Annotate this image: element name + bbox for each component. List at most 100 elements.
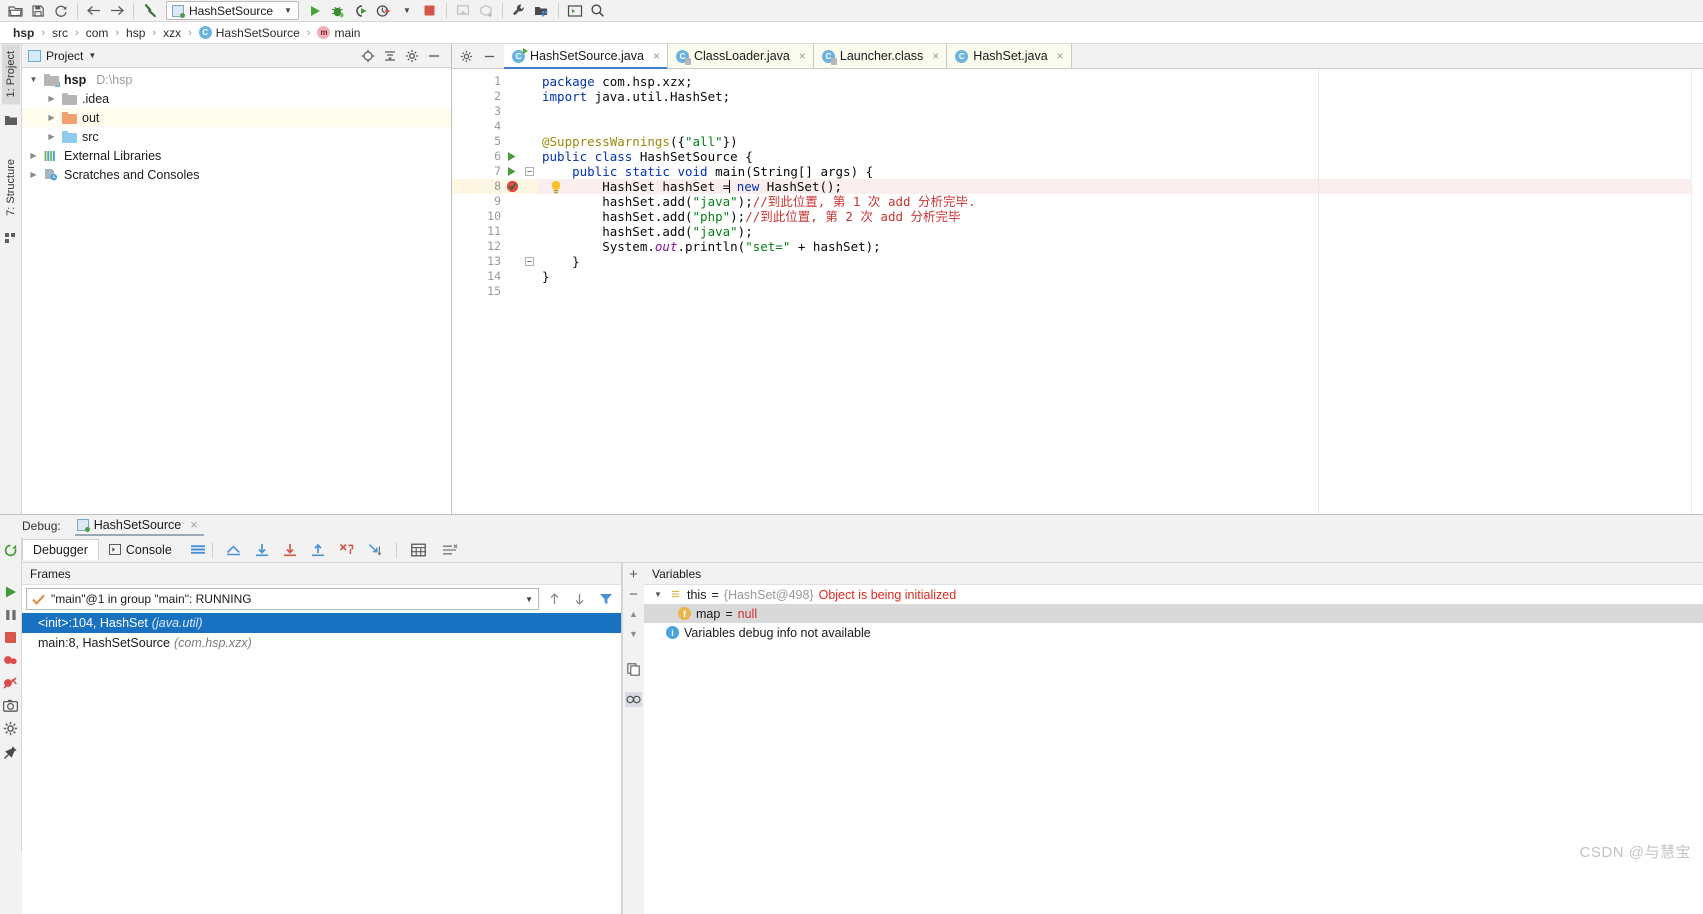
watch-down-icon[interactable]: ▼ [629, 629, 638, 639]
vcs-update-icon[interactable] [475, 1, 497, 21]
debug-session-tab[interactable]: HashSetSource × [75, 516, 204, 536]
hide-minimize-icon[interactable] [427, 49, 441, 63]
build-hammer-icon[interactable] [139, 1, 161, 21]
collapse-all-icon[interactable] [383, 49, 397, 63]
add-watch-icon[interactable]: + [629, 569, 638, 581]
gutter-line-8[interactable] [504, 179, 538, 194]
step-out-icon[interactable] [304, 543, 332, 557]
sync-refresh-icon[interactable] [50, 1, 72, 21]
tool-tab-structure[interactable]: 7: Structure [2, 152, 20, 223]
frame-down-icon[interactable] [570, 592, 589, 606]
project-panel-title[interactable]: Project ▼ [28, 49, 96, 63]
editor-scrollbar[interactable] [1691, 69, 1703, 514]
run-icon[interactable] [304, 1, 326, 21]
run-configuration-selector[interactable]: HashSetSource ▼ [166, 1, 299, 20]
chevron-down-icon[interactable]: ▼ [525, 595, 533, 604]
force-step-into-icon[interactable] [332, 543, 361, 557]
chevron-right-icon[interactable]: ▶ [28, 151, 39, 160]
screenshot-icon[interactable] [3, 699, 18, 712]
view-breakpoints-icon[interactable] [3, 653, 18, 667]
tree-node-scratches-and-consoles[interactable]: ▶ Scratches and Consoles [22, 165, 451, 184]
tool-tab-project[interactable]: 1: Project [2, 44, 20, 104]
breadcrumb-item-4[interactable]: xzx [160, 26, 184, 40]
chevron-right-icon[interactable]: ▶ [46, 113, 57, 122]
update-app-icon[interactable] [452, 1, 474, 21]
editor-tab-classloader[interactable]: C ClassLoader.java × [668, 44, 814, 68]
close-icon[interactable]: × [1057, 49, 1064, 63]
breadcrumb-item-5[interactable]: C HashSetSource [196, 26, 303, 40]
chevron-right-icon[interactable]: ▶ [46, 94, 57, 103]
close-icon[interactable]: × [932, 49, 939, 63]
intention-bulb-icon[interactable] [550, 180, 562, 194]
tab-console[interactable]: Console [99, 540, 182, 560]
step-into-icon[interactable] [276, 543, 304, 557]
editor-tab-hashsetsource[interactable]: C HashSetSource.java × [504, 44, 668, 68]
tab-debugger[interactable]: Debugger [22, 539, 99, 560]
tree-node-hsp[interactable]: ▼ hsp D:\hsp [22, 70, 451, 89]
fold-collapse-icon[interactable] [525, 257, 534, 266]
frame-filter-icon[interactable] [595, 592, 617, 606]
save-all-icon[interactable] [27, 1, 49, 21]
step-over-icon[interactable] [248, 543, 276, 557]
watch-up-icon[interactable]: ▲ [629, 609, 638, 619]
settings-gear-icon[interactable] [3, 721, 18, 736]
editor-gutter[interactable]: 1 2 3 4 5 6 7 8 9 10 11 12 13 14 15 [452, 69, 504, 514]
editor-gear-icon[interactable] [460, 50, 473, 63]
remove-watch-icon[interactable]: − [629, 591, 638, 599]
breadcrumb-item-1[interactable]: src [49, 26, 71, 40]
stop-session-icon[interactable] [4, 631, 17, 644]
search-icon[interactable] [587, 1, 609, 21]
pause-program-icon[interactable] [4, 608, 18, 622]
run-gutter-icon[interactable] [506, 166, 517, 177]
close-icon[interactable]: × [190, 518, 197, 532]
breadcrumb-item-0[interactable]: hsp [10, 26, 37, 40]
stop-icon[interactable] [419, 1, 441, 21]
mute-breakpoints-side-icon[interactable] [3, 676, 18, 690]
forward-arrow-icon[interactable] [106, 1, 128, 21]
tree-node-idea[interactable]: ▶ .idea [22, 89, 451, 108]
gutter-line-7[interactable] [504, 164, 538, 179]
variable-row-this[interactable]: ▼ this = {HashSet@498} Object is being i… [644, 585, 1703, 604]
editor-tab-launcher[interactable]: C Launcher.class × [814, 44, 947, 68]
chevron-right-icon[interactable]: ▶ [28, 170, 39, 179]
run-coverage-icon[interactable] [350, 1, 372, 21]
locate-target-icon[interactable] [361, 49, 375, 63]
project-structure-icon[interactable] [531, 1, 553, 21]
chevron-down-icon-2[interactable]: ▼ [396, 1, 418, 21]
breadcrumb-item-6[interactable]: m main [314, 26, 363, 40]
breakpoint-verified-icon[interactable] [506, 180, 519, 193]
evaluate-expression-icon[interactable] [403, 543, 434, 557]
debug-icon[interactable] [327, 1, 349, 21]
gutter-line-6[interactable] [504, 149, 538, 164]
editor-icon-column[interactable] [504, 69, 538, 514]
show-execution-point-icon[interactable] [219, 543, 248, 556]
resume-program-icon[interactable] [4, 585, 18, 599]
rerun-icon[interactable] [3, 543, 18, 558]
pin-icon[interactable] [3, 745, 18, 760]
tree-node-src[interactable]: ▶ src [22, 127, 451, 146]
breadcrumb-item-3[interactable]: hsp [123, 26, 148, 40]
mute-breakpoints-icon[interactable] [434, 543, 466, 557]
fold-collapse-icon[interactable] [525, 167, 534, 176]
run-gutter-icon[interactable] [506, 151, 517, 162]
code-editor[interactable]: package com.hsp.xzx; import java.util.Ha… [538, 69, 1691, 514]
tree-node-external-libraries[interactable]: ▶ External Libraries [22, 146, 451, 165]
gear-icon[interactable] [405, 49, 419, 63]
chevron-down-icon[interactable]: ▼ [654, 590, 664, 599]
chevron-down-icon[interactable]: ▼ [28, 75, 39, 84]
inspect-icon[interactable] [625, 692, 642, 707]
open-folder-icon[interactable] [4, 1, 26, 21]
frame-up-icon[interactable] [545, 592, 564, 606]
editor-tab-hashset[interactable]: C HashSet.java × [947, 44, 1071, 68]
frame-item-0[interactable]: <init>:104, HashSet (java.util) [22, 613, 621, 633]
variable-row-map[interactable]: f map = null [644, 604, 1703, 623]
tree-node-out[interactable]: ▶ out [22, 108, 451, 127]
terminal-icon[interactable] [564, 1, 586, 21]
editor-hide-icon[interactable] [483, 50, 496, 63]
layout-settings-icon[interactable] [190, 543, 206, 556]
frame-item-1[interactable]: main:8, HashSetSource (com.hsp.xzx) [22, 633, 621, 653]
drop-frame-icon[interactable] [361, 543, 390, 557]
profiler-icon[interactable] [373, 1, 395, 21]
breadcrumb-item-2[interactable]: com [83, 26, 112, 40]
copy-value-icon[interactable] [627, 663, 640, 676]
